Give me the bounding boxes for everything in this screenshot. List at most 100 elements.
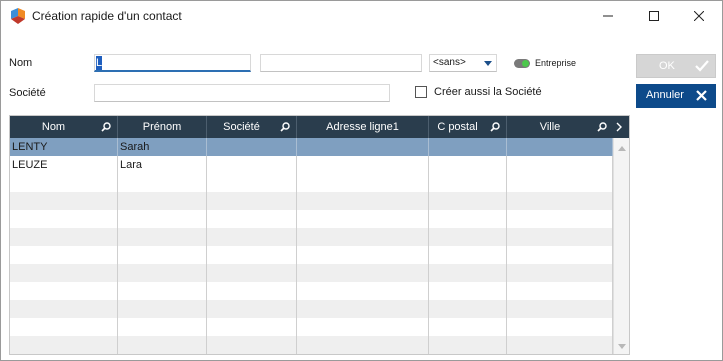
vertical-scrollbar[interactable] bbox=[613, 138, 629, 354]
close-window-button[interactable] bbox=[676, 1, 722, 31]
cell-prenom: Lara bbox=[118, 156, 207, 174]
empty-cell bbox=[207, 318, 297, 336]
empty-table-row bbox=[10, 336, 613, 354]
cell-adresse bbox=[297, 138, 429, 156]
societe-input[interactable] bbox=[94, 84, 390, 102]
empty-cell bbox=[118, 318, 207, 336]
creer-societe-label: Créer aussi la Société bbox=[434, 86, 542, 98]
empty-table-row bbox=[10, 192, 613, 210]
search-icon[interactable] bbox=[280, 122, 290, 132]
empty-cell bbox=[10, 246, 118, 264]
empty-cell bbox=[207, 228, 297, 246]
empty-cell bbox=[297, 318, 429, 336]
column-header-societe[interactable]: Société bbox=[207, 116, 297, 138]
scroll-down-icon[interactable] bbox=[618, 344, 626, 349]
column-header-label: Adresse ligne1 bbox=[326, 121, 399, 133]
empty-cell bbox=[207, 282, 297, 300]
empty-table-row bbox=[10, 228, 613, 246]
empty-cell bbox=[507, 210, 613, 228]
cell-cpostal bbox=[429, 138, 507, 156]
empty-cell bbox=[10, 174, 118, 192]
maximize-icon bbox=[649, 11, 659, 21]
column-header-ville[interactable]: Ville bbox=[507, 116, 613, 138]
empty-cell bbox=[297, 228, 429, 246]
empty-table-row bbox=[10, 318, 613, 336]
cell-prenom: Sarah bbox=[118, 138, 207, 156]
empty-cell bbox=[10, 228, 118, 246]
maximize-button[interactable] bbox=[631, 1, 677, 31]
window-title: Création rapide d'un contact bbox=[32, 9, 182, 23]
empty-cell bbox=[118, 300, 207, 318]
empty-cell bbox=[118, 174, 207, 192]
cell-ville bbox=[507, 138, 613, 156]
empty-cell bbox=[10, 300, 118, 318]
empty-cell bbox=[429, 282, 507, 300]
empty-table-row bbox=[10, 174, 613, 192]
column-header-label: Société bbox=[223, 121, 260, 133]
column-header-nom[interactable]: Nom bbox=[10, 116, 118, 138]
close-x-icon bbox=[696, 90, 707, 101]
title-bar[interactable]: Création rapide d'un contact bbox=[1, 1, 722, 31]
empty-cell bbox=[507, 300, 613, 318]
empty-cell bbox=[10, 318, 118, 336]
empty-table-row bbox=[10, 282, 613, 300]
empty-cell bbox=[10, 210, 118, 228]
empty-cell bbox=[297, 300, 429, 318]
cell-nom: LENTY bbox=[10, 138, 118, 156]
civilite-select[interactable]: <sans> bbox=[429, 54, 497, 72]
empty-cell bbox=[507, 318, 613, 336]
search-icon[interactable] bbox=[490, 122, 500, 132]
entreprise-toggle[interactable] bbox=[514, 59, 530, 68]
dialog-window: Création rapide d'un contact Nom L <sans… bbox=[0, 0, 723, 361]
search-icon[interactable] bbox=[101, 122, 111, 132]
ok-button[interactable]: OK bbox=[636, 54, 716, 78]
empty-cell bbox=[207, 300, 297, 318]
empty-cell bbox=[207, 246, 297, 264]
empty-cell bbox=[118, 228, 207, 246]
cell-ville bbox=[507, 156, 613, 174]
empty-cell bbox=[10, 192, 118, 210]
empty-table-row bbox=[10, 246, 613, 264]
empty-cell bbox=[207, 192, 297, 210]
nom-input[interactable]: L bbox=[94, 54, 251, 72]
cancel-button-label: Annuler bbox=[646, 89, 684, 101]
table-row[interactable]: LEUZE Lara bbox=[10, 156, 613, 174]
empty-cell bbox=[429, 318, 507, 336]
empty-cell bbox=[507, 174, 613, 192]
nom-input-value: L bbox=[96, 56, 103, 70]
empty-cell bbox=[297, 210, 429, 228]
empty-table-row bbox=[10, 300, 613, 318]
empty-cell bbox=[118, 192, 207, 210]
empty-cell bbox=[507, 192, 613, 210]
empty-cell bbox=[10, 282, 118, 300]
empty-cell bbox=[207, 174, 297, 192]
empty-cell bbox=[297, 336, 429, 354]
table-row[interactable]: LENTY Sarah bbox=[10, 138, 613, 156]
grid-header: Nom Prénom Société Adresse ligne1 C post… bbox=[10, 116, 629, 138]
scroll-up-icon[interactable] bbox=[618, 146, 626, 151]
column-header-label: Prénom bbox=[142, 121, 182, 133]
empty-cell bbox=[507, 228, 613, 246]
prenom-input[interactable] bbox=[260, 54, 422, 72]
empty-cell bbox=[297, 192, 429, 210]
empty-cell bbox=[297, 264, 429, 282]
close-icon bbox=[694, 11, 704, 21]
empty-cell bbox=[429, 192, 507, 210]
empty-cell bbox=[429, 210, 507, 228]
chevron-right-icon[interactable] bbox=[614, 122, 624, 132]
minimize-button[interactable] bbox=[585, 1, 631, 31]
cell-societe bbox=[207, 138, 297, 156]
creer-societe-checkbox[interactable] bbox=[415, 86, 427, 98]
empty-cell bbox=[118, 246, 207, 264]
empty-table-row bbox=[10, 210, 613, 228]
empty-cell bbox=[207, 210, 297, 228]
empty-cell bbox=[429, 246, 507, 264]
column-header-cpostal[interactable]: C postal bbox=[429, 116, 507, 138]
column-header-adresse[interactable]: Adresse ligne1 bbox=[297, 116, 429, 138]
search-icon[interactable] bbox=[597, 122, 607, 132]
empty-cell bbox=[297, 246, 429, 264]
cancel-button[interactable]: Annuler bbox=[636, 84, 716, 108]
contacts-grid: Nom Prénom Société Adresse ligne1 C post… bbox=[9, 115, 630, 355]
column-header-label: Nom bbox=[41, 121, 66, 133]
column-header-prenom[interactable]: Prénom bbox=[118, 116, 207, 138]
